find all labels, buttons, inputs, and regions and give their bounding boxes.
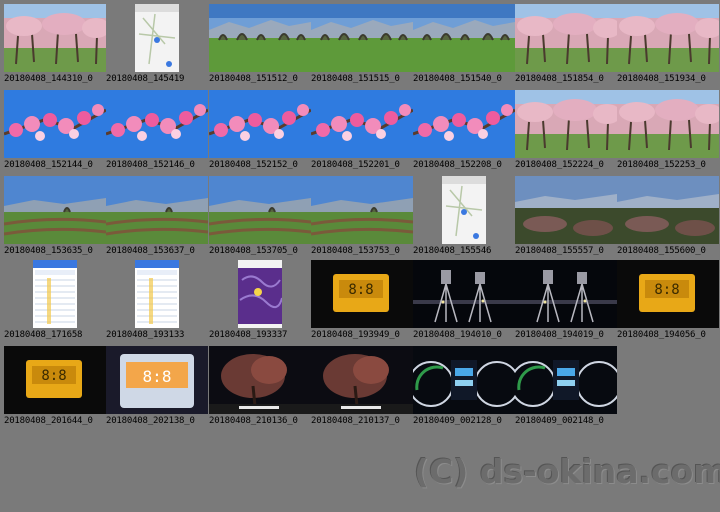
thumbnail-image[interactable]: [413, 90, 515, 158]
thumbnail-filename: 20180408_145419: [106, 74, 185, 84]
thumbnail-image[interactable]: [515, 176, 617, 244]
thumbnail-image[interactable]: [515, 346, 617, 414]
thumbnail-item[interactable]: 20180408_153635_0: [4, 176, 106, 262]
thumbnail-item[interactable]: 20180408_152144_0: [4, 90, 106, 176]
thumbnail-image[interactable]: [106, 176, 208, 244]
thumbnail-item[interactable]: 20180408_171658: [4, 260, 106, 346]
thumbnail-filename: 20180408_152253_0: [617, 160, 706, 170]
thumbnail-grid: 20180408_144310_0 20180408_145419 201804…: [0, 0, 720, 512]
thumbnail-image[interactable]: [4, 4, 106, 72]
thumbnail-image[interactable]: [515, 90, 617, 158]
thumbnail-image[interactable]: [617, 4, 719, 72]
thumbnail-item[interactable]: 20180408_194010_0: [413, 260, 515, 346]
svg-text:8:8: 8:8: [348, 282, 373, 298]
thumbnail-image[interactable]: [33, 260, 77, 328]
thumbnail-image[interactable]: [617, 90, 719, 158]
thumbnail-image[interactable]: 8:8: [311, 260, 413, 328]
svg-text:8:8: 8:8: [143, 367, 172, 386]
thumbnail-image[interactable]: [4, 176, 106, 244]
thumbnail-image[interactable]: [209, 346, 311, 414]
thumbnail-image[interactable]: [209, 4, 311, 72]
thumbnail-image[interactable]: [311, 176, 413, 244]
thumbnail-image[interactable]: [106, 90, 208, 158]
thumbnail-item[interactable]: 20180408_144310_0: [4, 4, 106, 90]
thumbnail-item[interactable]: 20180408_210136_0: [209, 346, 311, 432]
thumbnail-filename: 20180408_153637_0: [106, 246, 195, 256]
thumbnail-item[interactable]: 20180408_153753_0: [311, 176, 413, 262]
thumbnail-item[interactable]: 20180408_210137_0: [311, 346, 413, 432]
thumbnail-item[interactable]: 20180408_151515_0: [311, 4, 413, 90]
thumbnail-item[interactable]: 8:8 20180408_201644_0: [4, 346, 106, 432]
thumbnail-item[interactable]: 20180408_155600_0: [617, 176, 719, 262]
thumbnail-image[interactable]: [135, 260, 179, 328]
thumbnail-image[interactable]: [515, 260, 617, 328]
thumbnail-item[interactable]: 20180408_193337: [209, 260, 311, 346]
watermark: (C) ds-okina.com: [414, 452, 720, 491]
thumbnail-item[interactable]: 20180408_151854_0: [515, 4, 617, 90]
thumbnail-item[interactable]: 20180408_151540_0: [413, 4, 515, 90]
thumbnail-filename: 20180408_152146_0: [106, 160, 195, 170]
thumbnail-image[interactable]: 8:8: [4, 346, 106, 414]
thumbnail-item[interactable]: 20180408_155557_0: [515, 176, 617, 262]
thumbnail-item[interactable]: 20180408_155546: [413, 176, 515, 262]
thumbnail-item[interactable]: 20180408_151512_0: [209, 4, 311, 90]
thumbnail-filename: 20180408_155600_0: [617, 246, 706, 256]
thumbnail-image[interactable]: 8:8: [106, 346, 208, 414]
thumbnail-item[interactable]: 20180408_193133: [106, 260, 208, 346]
thumbnail-item[interactable]: 20180408_153637_0: [106, 176, 208, 262]
thumbnail-item[interactable]: 20180408_194019_0: [515, 260, 617, 346]
thumbnail-filename: 20180408_151934_0: [617, 74, 706, 84]
thumbnail-filename: 20180409_002148_0: [515, 416, 604, 426]
thumbnail-item[interactable]: 8:8 20180408_193949_0: [311, 260, 413, 346]
svg-text:8:8: 8:8: [41, 368, 66, 384]
thumbnail-item[interactable]: 20180408_153705_0: [209, 176, 311, 262]
thumbnail-image[interactable]: [617, 176, 719, 244]
thumbnail-item[interactable]: 20180408_151934_0: [617, 4, 719, 90]
thumbnail-filename: 20180408_193133: [106, 330, 185, 340]
thumbnail-image[interactable]: [311, 90, 413, 158]
svg-text:8:8: 8:8: [654, 282, 679, 298]
thumbnail-image[interactable]: [311, 4, 413, 72]
thumbnail-image[interactable]: [515, 4, 617, 72]
thumbnail-item[interactable]: 20180408_152152_0: [209, 90, 311, 176]
thumbnail-item[interactable]: 20180408_152201_0: [311, 90, 413, 176]
thumbnail-image[interactable]: 8:8: [617, 260, 719, 328]
thumbnail-image[interactable]: [311, 346, 413, 414]
thumbnail-image[interactable]: [442, 176, 486, 244]
thumbnail-image[interactable]: [135, 4, 179, 72]
thumbnail-image[interactable]: [413, 346, 515, 414]
thumbnail-item[interactable]: 8:8 20180408_194056_0: [617, 260, 719, 346]
thumbnail-item[interactable]: 20180408_152224_0: [515, 90, 617, 176]
thumbnail-image[interactable]: [238, 260, 282, 328]
thumbnail-item[interactable]: 20180408_152146_0: [106, 90, 208, 176]
thumbnail-filename: 20180408_194056_0: [617, 330, 706, 340]
thumbnail-item[interactable]: 20180409_002128_0: [413, 346, 515, 432]
thumbnail-item[interactable]: 20180408_152208_0: [413, 90, 515, 176]
thumbnail-item[interactable]: 20180408_145419: [106, 4, 208, 90]
thumbnail-filename: 20180408_202138_0: [106, 416, 195, 426]
thumbnail-image[interactable]: [209, 176, 311, 244]
thumbnail-image[interactable]: [413, 260, 515, 328]
thumbnail-image[interactable]: [209, 90, 311, 158]
thumbnail-item[interactable]: 20180409_002148_0: [515, 346, 617, 432]
thumbnail-item[interactable]: 20180408_152253_0: [617, 90, 719, 176]
thumbnail-image[interactable]: [4, 90, 106, 158]
thumbnail-image[interactable]: [413, 4, 515, 72]
thumbnail-item[interactable]: 8:8 20180408_202138_0: [106, 346, 208, 432]
